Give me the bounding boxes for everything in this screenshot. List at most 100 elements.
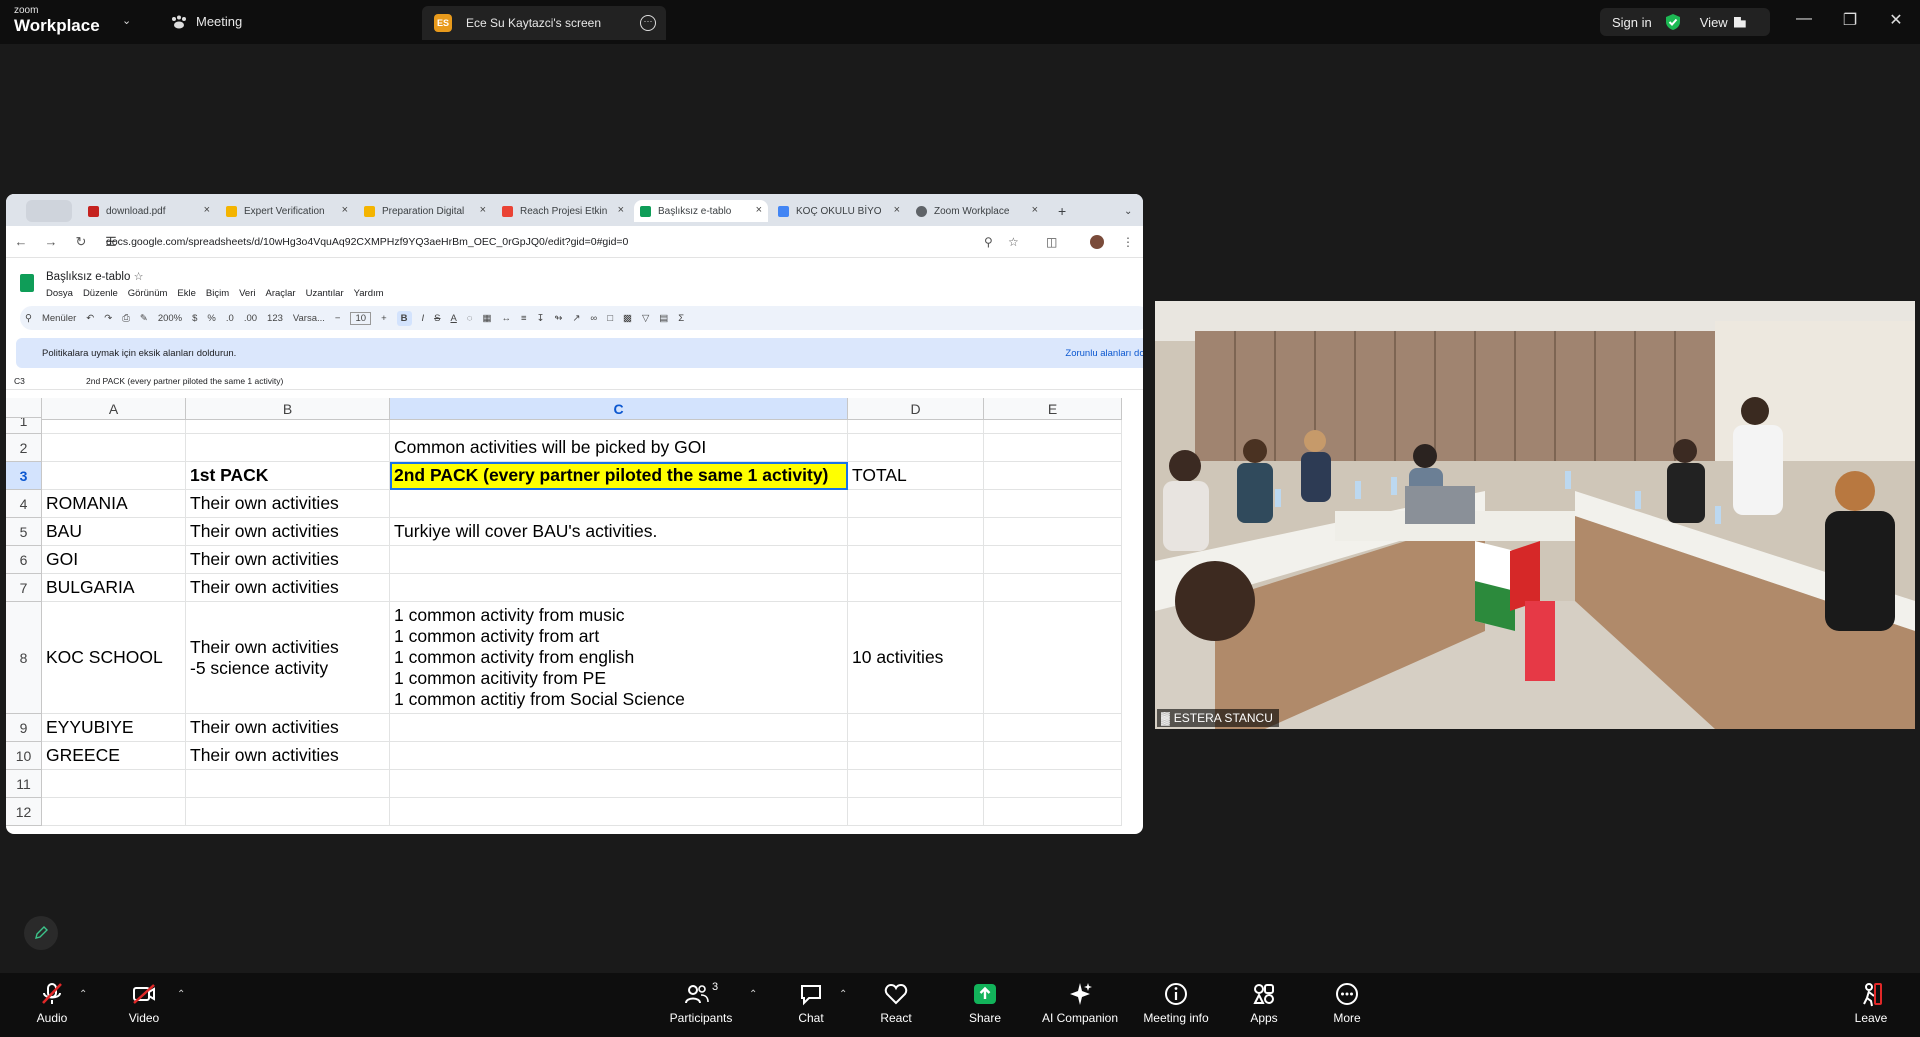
close-tab-icon[interactable]: × [894,204,900,216]
bold-button[interactable]: B [396,310,412,326]
search-menus-icon[interactable]: ⚲ [25,313,32,324]
close-tab-icon[interactable]: × [204,204,210,216]
browser-tab-active[interactable]: Başlıksız e-tablo × [634,200,768,222]
row-header-8[interactable]: 8 [6,602,42,714]
annotate-pencil-button[interactable] [24,916,58,950]
undo-icon[interactable]: ↶ [86,313,94,324]
filter-icon[interactable]: ▽ [642,313,649,324]
share-button[interactable]: Share [940,981,1030,1025]
cell-d6[interactable] [848,546,984,574]
redo-icon[interactable]: ↷ [104,313,112,324]
row-header-9[interactable]: 9 [6,714,42,742]
column-header-b[interactable]: B [186,398,390,420]
cell-e4[interactable] [984,490,1122,518]
cell-a5[interactable]: BAU [42,518,186,546]
cell-c9[interactable] [390,714,848,742]
cell-b10[interactable]: Their own activities [186,742,390,770]
decrease-decimal-button[interactable]: .0 [226,313,234,324]
align-icon[interactable]: ≡ [521,313,527,324]
cell-d8[interactable]: 10 activities [848,602,984,714]
menu-file[interactable]: Dosya [46,288,73,299]
column-header-c[interactable]: C [390,398,848,420]
browser-tab[interactable]: Reach Projesi Etkin × [496,200,630,222]
cell-b4[interactable]: Their own activities [186,490,390,518]
cell-d4[interactable] [848,490,984,518]
apps-button[interactable]: Apps [1219,981,1309,1025]
zoom-select[interactable]: 200% [158,313,182,324]
percent-format-button[interactable]: % [207,313,215,324]
chat-button[interactable]: Chat [766,981,856,1025]
cell-c4[interactable] [390,490,848,518]
column-header-a[interactable]: A [42,398,186,420]
browser-menu-icon[interactable]: ⋮ [1122,235,1134,249]
cell-b6[interactable]: Their own activities [186,546,390,574]
close-tab-icon[interactable]: × [1032,204,1038,216]
cell-a8[interactable]: KOC SCHOOL [42,602,186,714]
close-tab-icon[interactable]: × [342,204,348,216]
view-button[interactable]: View [1700,15,1728,30]
menu-view[interactable]: Görünüm [128,288,168,299]
menu-edit[interactable]: Düzenle [83,288,118,299]
policy-link[interactable]: Zorunlu alanları dold [1065,348,1143,359]
cell-d3[interactable]: TOTAL [848,462,984,490]
participant-video[interactable]: ▓ ESTERA STANCU [1155,301,1915,729]
menu-tools[interactable]: Araçlar [266,288,296,299]
cell-d10[interactable] [848,742,984,770]
row-header-6[interactable]: 6 [6,546,42,574]
cell-b8[interactable]: Their own activities -5 science activity [186,602,390,714]
close-icon[interactable]: ✕ [1884,10,1908,30]
more-options-icon[interactable]: ··· [640,15,656,31]
row-header-5[interactable]: 5 [6,518,42,546]
row-header-3[interactable]: 3 [6,462,42,490]
zoom-lens-icon[interactable]: ⚲ [984,235,993,249]
audio-button[interactable]: Audio [7,981,97,1025]
cell-a7[interactable]: BULGARIA [42,574,186,602]
wrap-icon[interactable]: ↬ [554,313,562,324]
valign-icon[interactable]: ↧ [537,313,545,324]
cell-e7[interactable] [984,574,1122,602]
cell-a2[interactable] [42,434,186,462]
audio-options-caret[interactable]: ⌃ [79,989,87,1000]
document-title[interactable]: Başlıksız e-tablo ☆ [46,270,143,283]
menu-insert[interactable]: Ekle [177,288,195,299]
functions-icon[interactable]: Σ [678,313,684,324]
react-button[interactable]: React [851,981,941,1025]
cell-a9[interactable]: EYYUBIYE [42,714,186,742]
extensions-icon[interactable]: ◫ [1046,235,1057,249]
search-menus[interactable]: Menüler [42,313,76,324]
cell-b5[interactable]: Their own activities [186,518,390,546]
comment-icon[interactable]: □ [607,313,613,324]
cell-d5[interactable] [848,518,984,546]
url-field[interactable]: docs.google.com/spreadsheets/d/10wHg3o4V… [106,236,628,248]
cell-a3[interactable] [42,462,186,490]
cell-d9[interactable] [848,714,984,742]
close-tab-icon[interactable]: × [618,204,624,216]
print-icon[interactable]: ⎙ [122,313,130,324]
video-button[interactable]: Video [99,981,189,1025]
close-tab-icon[interactable]: × [756,204,762,216]
cell-b12[interactable] [186,798,390,826]
paint-format-icon[interactable]: ✎ [140,313,148,324]
reload-icon[interactable]: ↻ [66,234,96,250]
minimize-icon[interactable]: — [1792,10,1816,28]
cell-e10[interactable] [984,742,1122,770]
font-size-input[interactable]: 10 [350,311,372,325]
cell-b3[interactable]: 1st PACK [186,462,390,490]
cell-a6[interactable]: GOI [42,546,186,574]
star-icon[interactable]: ☆ [134,271,144,283]
more-button[interactable]: More [1302,981,1392,1025]
select-all-corner[interactable] [6,398,42,418]
cell-e3[interactable] [984,462,1122,490]
cell-b7[interactable]: Their own activities [186,574,390,602]
cell-c2[interactable]: Common activities will be picked by GOI [390,434,848,462]
browser-tab[interactable]: Preparation Digital × [358,200,492,222]
cell-e12[interactable] [984,798,1122,826]
profile-avatar[interactable] [1090,234,1104,249]
menu-data[interactable]: Veri [239,288,255,299]
cell-e11[interactable] [984,770,1122,798]
chevron-down-icon[interactable]: ⌄ [122,14,131,27]
cell-c12[interactable] [390,798,848,826]
formula-input[interactable]: 2nd PACK (every partner piloted the same… [86,376,283,386]
sign-in-button[interactable]: Sign in [1612,15,1652,30]
row-header-10[interactable]: 10 [6,742,42,770]
